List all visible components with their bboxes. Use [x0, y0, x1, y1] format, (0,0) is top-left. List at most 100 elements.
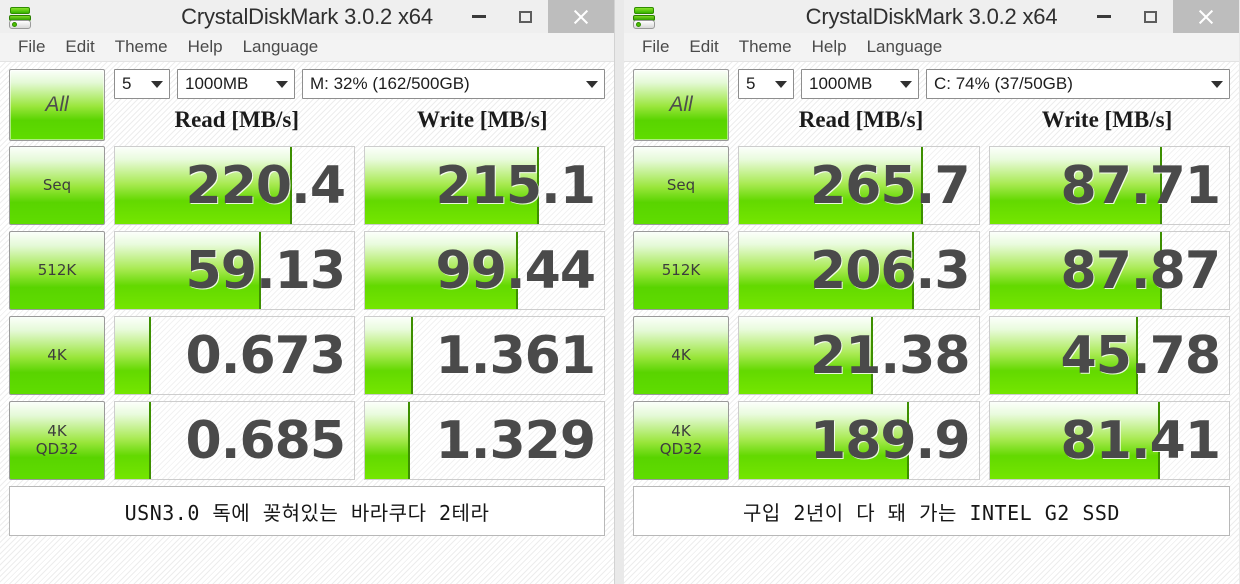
control-column: 5 1000MB M: 32% (162/500GB) Read [MB/s] … [114, 69, 605, 133]
control-column: 5 1000MB C: 74% (37/50GB) Read [MB/s] Wr… [738, 69, 1230, 133]
row-cells: 0.685 1.329 [114, 401, 605, 480]
table-row: Seq 220.4 215.1 [9, 146, 605, 225]
result-cell-read: 0.673 [114, 316, 355, 395]
chevron-down-icon [900, 80, 912, 88]
crystaldiskmark-window-right: CrystalDiskMark 3.0.2 x64 File Edit Them… [624, 0, 1239, 584]
result-value-read: 0.673 [185, 325, 346, 386]
result-cell-write: 81.41 [988, 401, 1230, 480]
result-cell-write: 87.71 [988, 146, 1230, 225]
table-row: Seq 265.7 87.71 [633, 146, 1230, 225]
row-button-4k[interactable]: 4K [633, 316, 729, 395]
close-button[interactable] [1173, 0, 1239, 33]
result-value-read: 265.7 [810, 155, 970, 216]
result-cell-write: 215.1 [364, 146, 605, 225]
run-all-button[interactable]: All [633, 69, 729, 141]
chevron-down-icon [151, 80, 163, 88]
run-count-select[interactable]: 5 [738, 69, 794, 99]
menu-bar: File Edit Theme Help Language [0, 33, 614, 62]
test-size-select[interactable]: 1000MB [801, 69, 919, 99]
result-cell-write: 45.78 [988, 316, 1230, 395]
window-body: All 5 1000MB M: 32% (162/500GB) Read [MB… [0, 62, 614, 584]
minimize-button[interactable] [456, 0, 502, 33]
row-cells: 189.9 81.41 [738, 401, 1230, 480]
maximize-button[interactable] [1127, 0, 1173, 33]
menu-item-help[interactable]: Help [178, 33, 233, 61]
column-headers: Read [MB/s] Write [MB/s] [738, 107, 1230, 133]
comment-field[interactable]: 구입 2년이 다 돼 가는 INTEL G2 SSD [633, 486, 1230, 536]
results-table: Seq 265.7 87.71 512K 206.3 87.87 4K 21.3… [633, 146, 1230, 480]
comment-field[interactable]: USN3.0 독에 꽂혀있는 바라쿠다 2테라 [9, 486, 605, 536]
drive-select[interactable]: M: 32% (162/500GB) [302, 69, 605, 99]
result-value-read: 21.38 [810, 325, 970, 386]
crystaldiskmark-window-left: CrystalDiskMark 3.0.2 x64 File Edit Them… [0, 0, 615, 584]
row-button-seq[interactable]: Seq [9, 146, 105, 225]
result-cell-write: 87.87 [988, 231, 1230, 310]
test-size-select[interactable]: 1000MB [177, 69, 295, 99]
row-label-line1: 512K [661, 260, 701, 279]
result-value-read: 0.685 [185, 410, 346, 471]
menu-item-language[interactable]: Language [233, 33, 329, 61]
column-headers: Read [MB/s] Write [MB/s] [114, 107, 605, 133]
close-icon [572, 8, 590, 26]
menu-item-theme[interactable]: Theme [105, 33, 178, 61]
row-button-4k-qd32[interactable]: 4K QD32 [633, 401, 729, 480]
minimize-icon [1097, 15, 1111, 18]
close-button[interactable] [548, 0, 614, 33]
drive-value: C: 74% (37/50GB) [934, 74, 1073, 93]
row-label-line1: 4K [671, 345, 691, 364]
row-cells: 220.4 215.1 [114, 146, 605, 225]
title-bar[interactable]: CrystalDiskMark 3.0.2 x64 [624, 0, 1239, 33]
row-label-line2: QD32 [659, 439, 703, 458]
minimize-icon [472, 15, 486, 18]
menu-item-edit[interactable]: Edit [55, 33, 104, 61]
table-row: 4K QD32 189.9 81.41 [633, 401, 1230, 480]
menu-item-file[interactable]: File [8, 33, 55, 61]
row-button-512k[interactable]: 512K [9, 231, 105, 310]
result-cell-read: 0.685 [114, 401, 355, 480]
drive-value: M: 32% (162/500GB) [310, 74, 470, 93]
control-row: All 5 1000MB M: 32% (162/500GB) Read [MB… [9, 69, 605, 141]
chevron-down-icon [1211, 80, 1223, 88]
result-value-write: 1.361 [435, 325, 596, 386]
row-button-4k-qd32[interactable]: 4K QD32 [9, 401, 105, 480]
maximize-button[interactable] [502, 0, 548, 33]
row-label-line1: 4K [47, 345, 67, 364]
minimize-button[interactable] [1081, 0, 1127, 33]
control-row: All 5 1000MB C: 74% (37/50GB) Read [MB/s… [633, 69, 1230, 141]
menu-item-theme[interactable]: Theme [729, 33, 802, 61]
menu-item-help[interactable]: Help [802, 33, 857, 61]
desktop: CrystalDiskMark 3.0.2 x64 File Edit Them… [0, 0, 1240, 584]
result-cell-read: 21.38 [738, 316, 980, 395]
chevron-down-icon [276, 80, 288, 88]
column-header-read: Read [MB/s] [798, 107, 924, 132]
row-button-4k[interactable]: 4K [9, 316, 105, 395]
result-cell-write: 1.361 [364, 316, 605, 395]
title-bar[interactable]: CrystalDiskMark 3.0.2 x64 [0, 0, 614, 33]
row-cells: 206.3 87.87 [738, 231, 1230, 310]
result-value-read: 220.4 [185, 155, 346, 216]
test-size-value: 1000MB [185, 74, 249, 93]
drive-select[interactable]: C: 74% (37/50GB) [926, 69, 1230, 99]
result-cell-read: 265.7 [738, 146, 980, 225]
result-value-write: 81.41 [1060, 410, 1221, 471]
disk-drive-icon [632, 4, 658, 30]
row-button-seq[interactable]: Seq [633, 146, 729, 225]
run-count-select[interactable]: 5 [114, 69, 170, 99]
menu-item-file[interactable]: File [632, 33, 679, 61]
maximize-icon [518, 10, 532, 23]
run-all-button[interactable]: All [9, 69, 105, 141]
row-label-line1: 4K [671, 422, 691, 441]
result-value-write: 87.71 [1060, 155, 1221, 216]
menu-item-language[interactable]: Language [857, 33, 953, 61]
row-label-line2: QD32 [35, 439, 79, 458]
menu-item-edit[interactable]: Edit [679, 33, 728, 61]
row-button-512k[interactable]: 512K [633, 231, 729, 310]
table-row: 4K 0.673 1.361 [9, 316, 605, 395]
row-label-line1: 4K [47, 422, 67, 441]
menu-bar: File Edit Theme Help Language [624, 33, 1239, 62]
result-cell-write: 99.44 [364, 231, 605, 310]
result-cell-read: 189.9 [738, 401, 980, 480]
result-value-write: 215.1 [435, 155, 596, 216]
window-controls [456, 0, 614, 33]
row-cells: 21.38 45.78 [738, 316, 1230, 395]
